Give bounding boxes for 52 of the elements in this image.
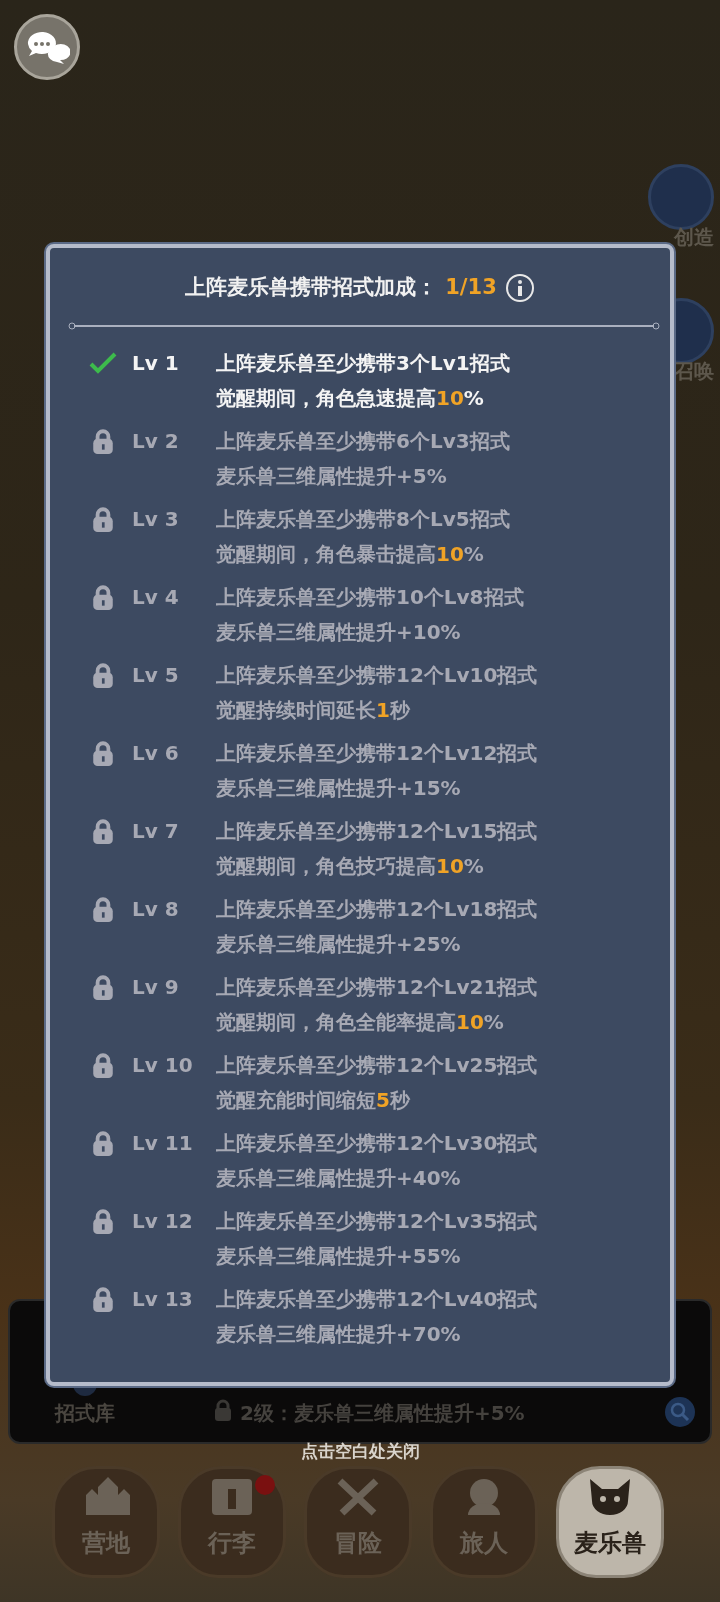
level-label: Lv 1: [132, 350, 180, 377]
level-label: Lv 9: [132, 974, 180, 1001]
requirement-text: 上阵麦乐兽至少携带10个Lv8招式: [216, 584, 524, 611]
level-label: Lv 4: [132, 584, 180, 611]
level-label: Lv 2: [132, 428, 180, 455]
effect-text: 麦乐兽三维属性提升+25%: [216, 931, 462, 958]
nav-tab[interactable]: 麦乐兽: [556, 1466, 664, 1578]
zoom-in-icon[interactable]: [664, 1396, 696, 1428]
nav-tab[interactable]: 旅人: [430, 1466, 538, 1578]
level-label: Lv 5: [132, 662, 180, 689]
effect-text: 觉醒期间，角色全能率提高10%: [216, 1009, 505, 1036]
effect-text: 麦乐兽三维属性提升+15%: [216, 775, 462, 802]
nav-tab[interactable]: 营地: [52, 1466, 160, 1578]
requirement-text: 上阵麦乐兽至少携带12个Lv35招式: [216, 1208, 538, 1235]
effect-text: 觉醒持续时间延长1秒: [216, 697, 411, 724]
effect-text: 觉醒期间，角色急速提高10%: [216, 385, 485, 412]
progress-count: 1/13: [445, 274, 497, 302]
level-label: Lv 12: [132, 1208, 194, 1235]
requirement-text: 上阵麦乐兽至少携带12个Lv12招式: [216, 740, 538, 767]
effect-text: 麦乐兽三维属性提升+55%: [216, 1243, 462, 1270]
requirement-text: 上阵麦乐兽至少携带12个Lv25招式: [216, 1052, 538, 1079]
requirement-text: 上阵麦乐兽至少携带12个Lv15招式: [216, 818, 538, 845]
effect-text: 麦乐兽三维属性提升+10%: [216, 619, 462, 646]
effect-text: 麦乐兽三维属性提升+40%: [216, 1165, 462, 1192]
effect-text: 觉醒期间，角色暴击提高10%: [216, 541, 485, 568]
level-label: Lv 10: [132, 1052, 194, 1079]
effect-text: 麦乐兽三维属性提升+5%: [216, 463, 448, 490]
level-label: Lv 8: [132, 896, 180, 923]
nav-tab[interactable]: 冒险: [304, 1466, 412, 1578]
requirement-text: 上阵麦乐兽至少携带12个Lv18招式: [216, 896, 538, 923]
info-icon[interactable]: [504, 273, 535, 303]
notification-dot: [255, 1475, 275, 1495]
level-label: Lv 13: [132, 1286, 194, 1313]
requirement-text: 上阵麦乐兽至少携带12个Lv30招式: [216, 1130, 538, 1157]
requirement-text: 上阵麦乐兽至少携带8个Lv5招式: [216, 506, 510, 533]
level-label: Lv 7: [132, 818, 180, 845]
skill-library-label[interactable]: 招式库: [55, 1398, 115, 1428]
requirement-text: 上阵麦乐兽至少携带12个Lv40招式: [216, 1286, 538, 1313]
requirement-text: 上阵麦乐兽至少携带12个Lv21招式: [216, 974, 538, 1001]
requirement-text: 上阵麦乐兽至少携带12个Lv10招式: [216, 662, 538, 689]
requirement-text: 上阵麦乐兽至少携带3个Lv1招式: [216, 350, 510, 377]
effect-text: 觉醒期间，角色技巧提高10%: [216, 853, 485, 880]
dialog-title: 上阵麦乐兽携带招式加成：: [185, 274, 438, 302]
level-label: Lv 6: [132, 740, 180, 767]
requirement-text: 上阵麦乐兽至少携带6个Lv3招式: [216, 428, 510, 455]
level-label: Lv 3: [132, 506, 180, 533]
effect-text: 麦乐兽三维属性提升+70%: [216, 1321, 462, 1348]
bonus-text: 2级：麦乐兽三维属性提升+5%: [212, 1398, 525, 1428]
nav-tab[interactable]: 行李: [178, 1466, 286, 1578]
close-hint: 点击空白处关闭: [300, 1441, 420, 1461]
level-label: Lv 11: [132, 1130, 194, 1157]
effect-text: 觉醒充能时间缩短5秒: [216, 1087, 411, 1114]
